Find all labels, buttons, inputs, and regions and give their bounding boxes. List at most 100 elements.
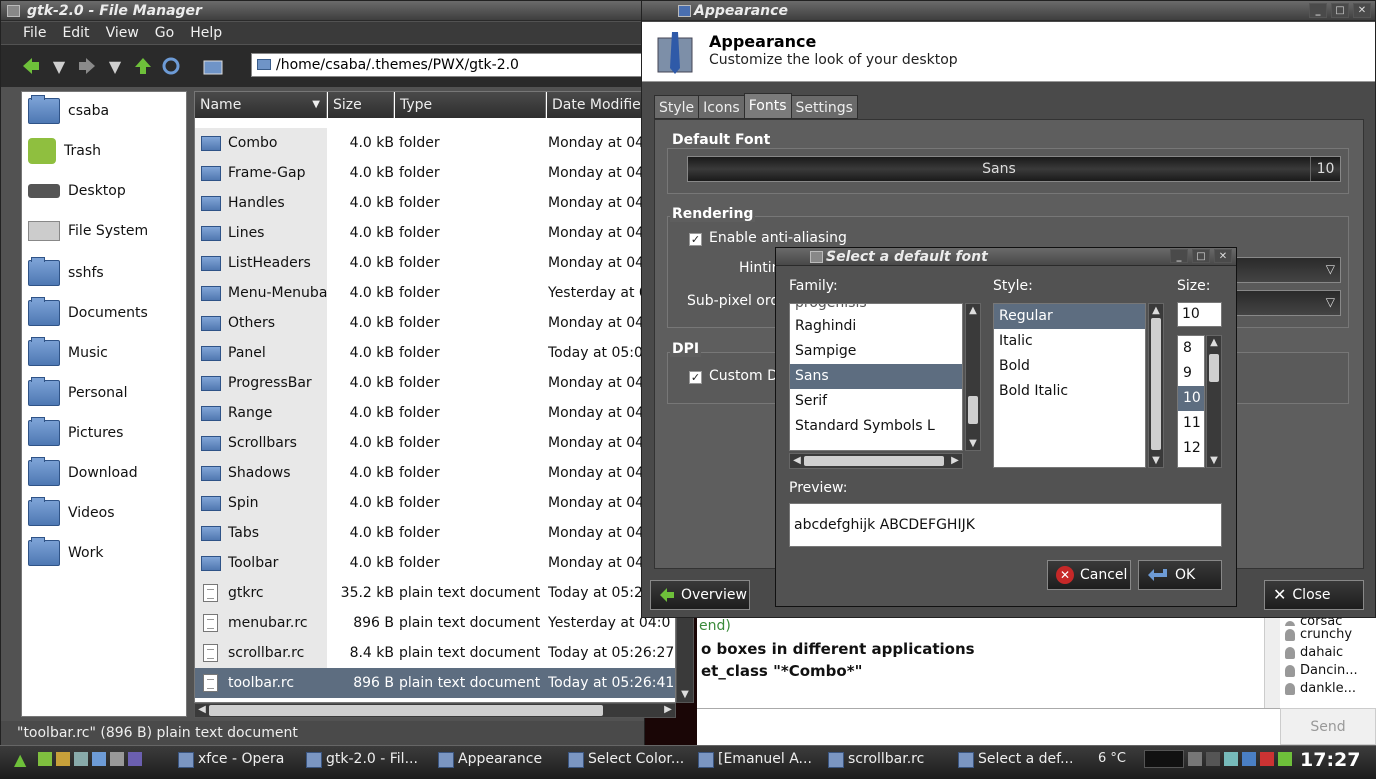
table-row[interactable]: scrollbar.rc 8.4 kB plain text document Tod… (195, 638, 675, 668)
menu-file[interactable]: File (17, 22, 52, 44)
task-opera[interactable]: xfce - Opera (176, 746, 300, 779)
scroll-left-icon[interactable]: ◀ (790, 455, 804, 466)
scroll-up-icon[interactable]: ▲ (966, 305, 980, 316)
default-font-button[interactable]: Sans 10 (687, 156, 1341, 182)
family-hscrollbar[interactable]: ◀ ▶ (789, 453, 963, 469)
task-scrollbar-rc[interactable]: scrollbar.rc (826, 746, 952, 779)
list-item-selected[interactable]: Sans (790, 364, 962, 389)
task-select-font[interactable]: Select a def... (956, 746, 1084, 779)
task-file-manager[interactable]: gtk-2.0 - Fil... (304, 746, 434, 779)
size-input[interactable]: 10 (1177, 302, 1222, 327)
table-row[interactable]: Spin 4.0 kB folder Monday at 04:5 (195, 488, 675, 518)
table-row[interactable]: Scrollbars 4.0 kB folder Monday at 04:5 (195, 428, 675, 458)
back-dropdown-icon[interactable]: ▼ (47, 54, 71, 78)
tab-fonts[interactable]: Fonts (743, 93, 792, 119)
scroll-down-icon[interactable]: ▼ (678, 689, 692, 700)
user-item[interactable]: crunchy (1280, 626, 1376, 644)
list-item[interactable]: Italic (994, 329, 1145, 354)
list-item[interactable]: 12 (1178, 436, 1204, 461)
maximize-icon[interactable]: □ (1331, 3, 1349, 18)
list-item[interactable]: Sampige (790, 339, 962, 364)
tray-icon[interactable] (1260, 752, 1274, 766)
table-row-partial[interactable] (195, 112, 675, 120)
table-row[interactable]: toolbar.rc 896 B plain text document Today … (195, 668, 675, 698)
minimize-icon[interactable]: _ (1170, 249, 1188, 263)
file-list-hscrollbar[interactable]: ◀ ▶ (194, 703, 676, 718)
location-input[interactable]: /home/csaba/.themes/PWX/gtk-2.0 (251, 53, 646, 77)
menu-edit[interactable]: Edit (56, 22, 95, 44)
sidebar-item-desktop[interactable]: Desktop (22, 176, 182, 206)
open-location-icon[interactable] (201, 54, 225, 78)
sidebar-item-sshfs[interactable]: sshfs (22, 257, 182, 288)
scroll-thumb[interactable] (1209, 354, 1219, 382)
start-arrow-icon[interactable]: ▲ (14, 750, 26, 769)
list-item[interactable]: 9 (1178, 361, 1204, 386)
table-row[interactable]: ListHeaders 4.0 kB folder Monday at 04:5 (195, 248, 675, 278)
scroll-down-icon[interactable]: ▼ (1149, 455, 1163, 466)
menu-view[interactable]: View (100, 22, 145, 44)
hinting-combo[interactable]: ▽ (1230, 257, 1341, 283)
close-icon[interactable]: ✕ (1353, 3, 1371, 18)
table-row[interactable]: Toolbar 4.0 kB folder Monday at 04:5 (195, 548, 675, 578)
up-arrow-icon[interactable] (131, 54, 155, 78)
select-font-titlebar[interactable]: Select a default font _ □ ✕ (776, 248, 1236, 266)
table-row[interactable]: Combo 4.0 kB folder Monday at 04:5 (195, 128, 675, 158)
ok-button[interactable]: OK (1138, 560, 1222, 590)
table-row[interactable]: Menu-Menubar 4.0 kB folder Yesterday at 04 (195, 278, 675, 308)
sidebar-item-pictures[interactable]: Pictures (22, 417, 182, 448)
list-item[interactable]: 11 (1178, 411, 1204, 436)
table-row[interactable]: Others 4.0 kB folder Monday at 04:5 (195, 308, 675, 338)
tray-icon[interactable] (1278, 752, 1292, 766)
back-arrow-icon[interactable] (19, 54, 43, 78)
table-row[interactable]: Panel 4.0 kB folder Today at 05:05 (195, 338, 675, 368)
sidebar-item-documents[interactable]: Documents (22, 297, 182, 328)
tray-icon[interactable] (1188, 752, 1202, 766)
close-icon[interactable]: ✕ (1214, 249, 1232, 263)
chat-scrollbar[interactable] (1264, 618, 1280, 708)
task-emanuel[interactable]: [Emanuel A... (696, 746, 822, 779)
launcher-icon[interactable] (38, 752, 52, 766)
list-item[interactable]: Serif (790, 389, 962, 414)
scroll-up-icon[interactable]: ▲ (1207, 337, 1221, 348)
fm-titlebar[interactable]: gtk-2.0 - File Manager (1, 1, 644, 21)
list-item-selected[interactable]: Regular (994, 304, 1145, 329)
list-item[interactable]: Bold (994, 354, 1145, 379)
table-row[interactable]: Frame-Gap 4.0 kB folder Monday at 04:5 (195, 158, 675, 188)
task-select-color[interactable]: Select Color... (566, 746, 694, 779)
launcher-icon[interactable] (110, 752, 124, 766)
chat-input[interactable] (697, 708, 1280, 745)
user-item[interactable]: corsac (1280, 618, 1376, 626)
table-row[interactable]: Range 4.0 kB folder Monday at 04:5 (195, 398, 675, 428)
user-item[interactable]: Dancin... (1280, 662, 1376, 680)
custom-dpi-checkbox[interactable]: ✓ (689, 371, 702, 384)
maximize-icon[interactable]: □ (1192, 249, 1210, 263)
list-item[interactable]: Bold Italic (994, 379, 1145, 404)
sidebar-item-download[interactable]: Download (22, 457, 182, 488)
sidebar-item-music[interactable]: Music (22, 337, 182, 368)
sidebar-item-videos[interactable]: Videos (22, 497, 182, 528)
table-row[interactable]: menubar.rc 896 Bplain text document Yester… (195, 608, 675, 638)
scroll-thumb[interactable] (209, 705, 603, 716)
launcher-icon[interactable] (74, 752, 88, 766)
appearance-titlebar[interactable]: Appearance _ □ ✕ (642, 1, 1375, 21)
sidebar-item-trash[interactable]: Trash (22, 136, 182, 166)
table-row[interactable]: Handles 4.0 kB folder Monday at 04:5 (195, 188, 675, 218)
tray-icon[interactable] (1242, 752, 1256, 766)
subpixel-combo[interactable]: ▽ (1230, 290, 1341, 316)
style-scrollbar[interactable]: ▲ ▼ (1148, 303, 1164, 468)
forward-dropdown-icon[interactable]: ▼ (103, 54, 127, 78)
family-scrollbar[interactable]: ▲ ▼ (965, 303, 981, 451)
scroll-down-icon[interactable]: ▼ (966, 438, 980, 449)
scroll-left-icon[interactable]: ◀ (195, 704, 209, 715)
table-row[interactable]: ProgressBar 4.0 kB folder Monday at 04:5 (195, 368, 675, 398)
size-scrollbar[interactable]: ▲ ▼ (1206, 335, 1222, 468)
scroll-down-icon[interactable]: ▼ (1207, 455, 1221, 466)
send-button[interactable]: Send (1280, 708, 1376, 745)
launcher-icon[interactable] (92, 752, 106, 766)
preview-field[interactable]: abcdefghijk ABCDEFGHIJK (789, 503, 1222, 547)
tab-icons[interactable]: Icons (698, 95, 745, 119)
scroll-right-icon[interactable]: ▶ (661, 704, 675, 715)
scroll-thumb[interactable] (804, 456, 944, 466)
list-item-selected[interactable]: 10 (1178, 386, 1204, 411)
overview-button[interactable]: Overview (650, 580, 750, 610)
